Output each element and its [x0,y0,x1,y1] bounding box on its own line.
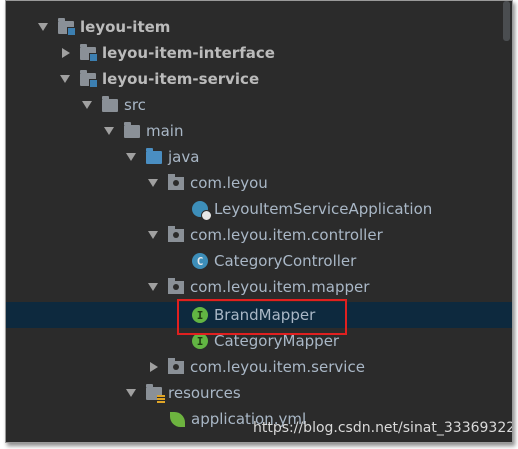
expand-arrow-icon[interactable] [104,127,114,135]
tree-item-label: main [146,122,184,140]
tree-item-label: resources [168,384,241,402]
expand-arrow-icon[interactable] [126,389,136,397]
package-icon [168,225,184,242]
tree-item-label: com.leyou [190,174,268,192]
tree-item-label: com.leyou.item.mapper [190,278,370,296]
package-icon [168,277,184,294]
package-icon [168,357,184,374]
package-icon [168,173,184,190]
tree-item-resources[interactable]: resources [6,380,512,406]
tree-item-java[interactable]: java [6,144,512,170]
tree-item-label: src [124,96,146,114]
project-tree-panel: leyou-item leyou-item-interface leyou-it… [5,0,513,443]
resources-folder-icon [146,383,165,403]
tree-item-service-package[interactable]: com.leyou.item.service [6,354,512,380]
collapse-arrow-icon[interactable] [62,48,70,58]
folder-icon [102,95,118,112]
tree-item-com-leyou[interactable]: com.leyou [6,170,512,196]
tree-item-src[interactable]: src [6,92,512,118]
spring-boot-class-icon [192,201,212,221]
expand-arrow-icon[interactable] [60,75,70,83]
tree-item-label: leyou-item-interface [102,44,275,62]
tree-item-leyou-item[interactable]: leyou-item [6,14,512,40]
interface-icon: I [192,333,208,349]
module-folder-icon [80,69,98,88]
red-highlight-box [177,299,347,335]
class-icon: C [192,253,208,269]
tree-item-label: leyou-item [80,18,171,36]
collapse-arrow-icon[interactable] [150,362,158,372]
tree-item-label: com.leyou.item.controller [190,226,383,244]
tree-item-label: java [168,148,200,166]
watermark: https://blog.csdn.net/sinat_33369322 [253,420,513,436]
tree-item-leyou-item-service[interactable]: leyou-item-service [6,66,512,92]
expand-arrow-icon[interactable] [148,283,158,291]
expand-arrow-icon[interactable] [126,153,136,161]
expand-arrow-icon[interactable] [148,231,158,239]
source-folder-icon [146,147,162,164]
tree-item-mapper-package[interactable]: com.leyou.item.mapper [6,274,512,300]
tree-item-label: leyou-item-service [102,70,260,88]
folder-icon [124,121,140,138]
tree-item-controller-package[interactable]: com.leyou.item.controller [6,222,512,248]
tree-item-leyou-item-interface[interactable]: leyou-item-interface [6,40,512,66]
tree-item-leyou-item-service-application[interactable]: LeyouItemServiceApplication [6,196,512,222]
tree-item-main[interactable]: main [6,118,512,144]
tree-item-label: CategoryController [214,252,357,270]
module-folder-icon [80,43,98,62]
tree-item-label: LeyouItemServiceApplication [214,200,433,218]
expand-arrow-icon[interactable] [38,23,48,31]
expand-arrow-icon[interactable] [148,179,158,187]
expand-arrow-icon[interactable] [82,101,92,109]
tree-item-category-controller[interactable]: C CategoryController [6,248,512,274]
module-folder-icon [58,17,76,36]
spring-leaf-icon [170,411,185,427]
tree-item-label: com.leyou.item.service [190,358,365,376]
